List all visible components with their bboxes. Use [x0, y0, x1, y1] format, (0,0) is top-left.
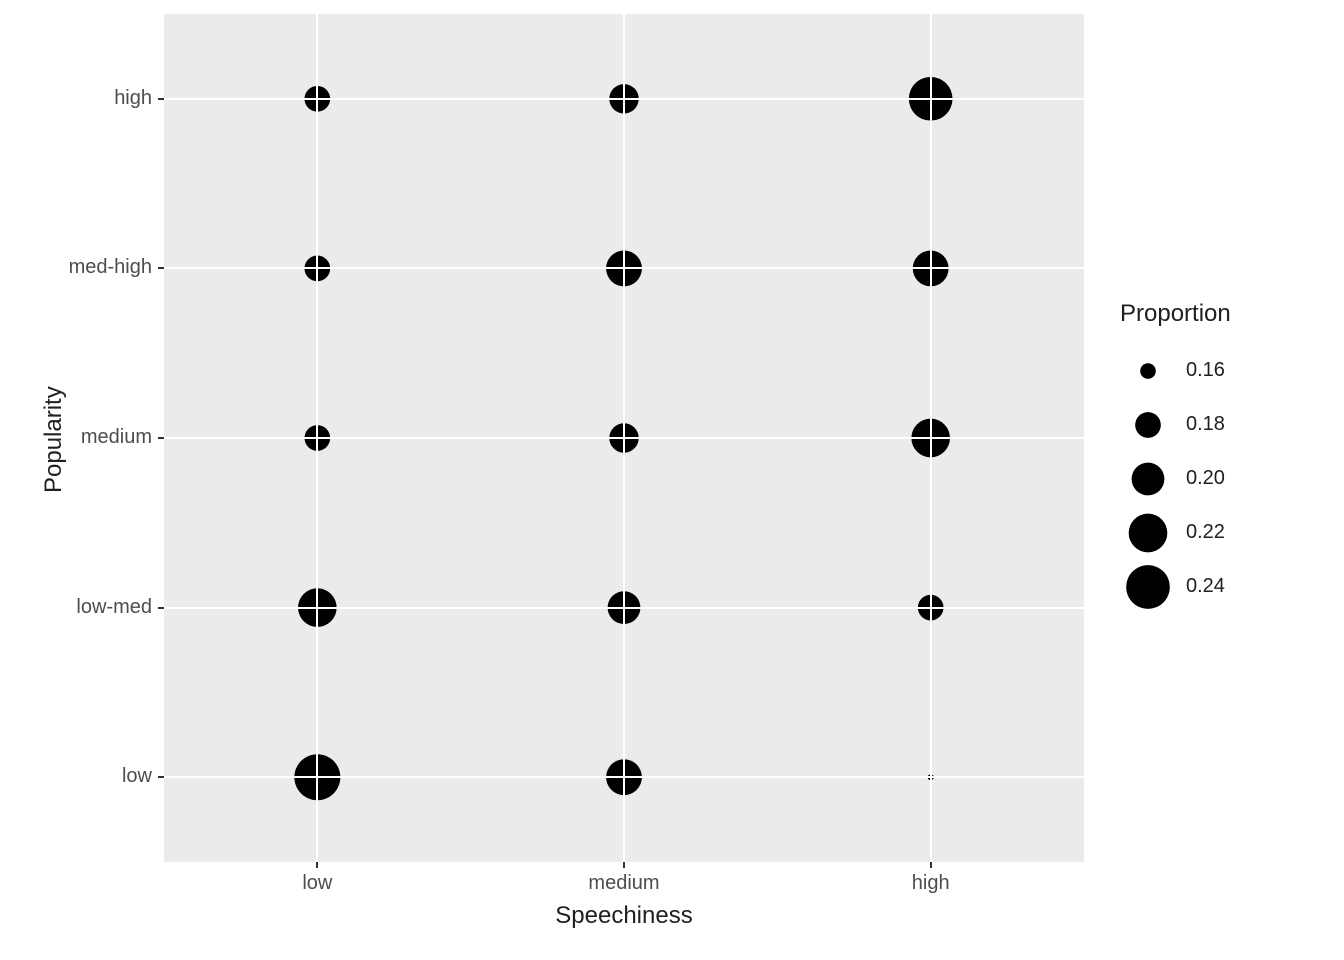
y-tick-label: low-med	[76, 596, 152, 619]
x-tick-label: low	[257, 872, 377, 895]
legend-glyph	[1129, 514, 1168, 553]
x-tick-label: medium	[564, 872, 684, 895]
y-tick-label: low	[122, 765, 152, 788]
x-tick	[623, 862, 625, 868]
legend-glyph	[1135, 412, 1161, 438]
y-tick	[158, 98, 164, 100]
chart-root: Speechiness Popularity Proportion lowmed…	[0, 0, 1344, 960]
y-tick-label: high	[114, 87, 152, 110]
gridline-horizontal	[164, 607, 1084, 609]
y-tick-label: medium	[81, 426, 152, 449]
legend-label: 0.22	[1186, 521, 1225, 544]
legend-label: 0.24	[1186, 575, 1225, 598]
gridline-horizontal	[164, 437, 1084, 439]
legend-glyph	[1126, 565, 1170, 609]
gridline-horizontal	[164, 98, 1084, 100]
legend-label: 0.16	[1186, 359, 1225, 382]
x-tick	[930, 862, 932, 868]
legend-glyphs	[0, 0, 1344, 960]
legend-glyph	[1140, 363, 1156, 379]
y-tick	[158, 776, 164, 778]
legend-label: 0.18	[1186, 413, 1225, 436]
legend-glyph	[1132, 463, 1165, 496]
y-tick-label: med-high	[69, 256, 152, 279]
gridline-horizontal	[164, 776, 1084, 778]
legend-label: 0.20	[1186, 467, 1225, 490]
y-tick	[158, 437, 164, 439]
x-tick-label: high	[871, 872, 991, 895]
y-tick	[158, 607, 164, 609]
y-tick	[158, 267, 164, 269]
x-tick	[316, 862, 318, 868]
gridline-horizontal	[164, 267, 1084, 269]
